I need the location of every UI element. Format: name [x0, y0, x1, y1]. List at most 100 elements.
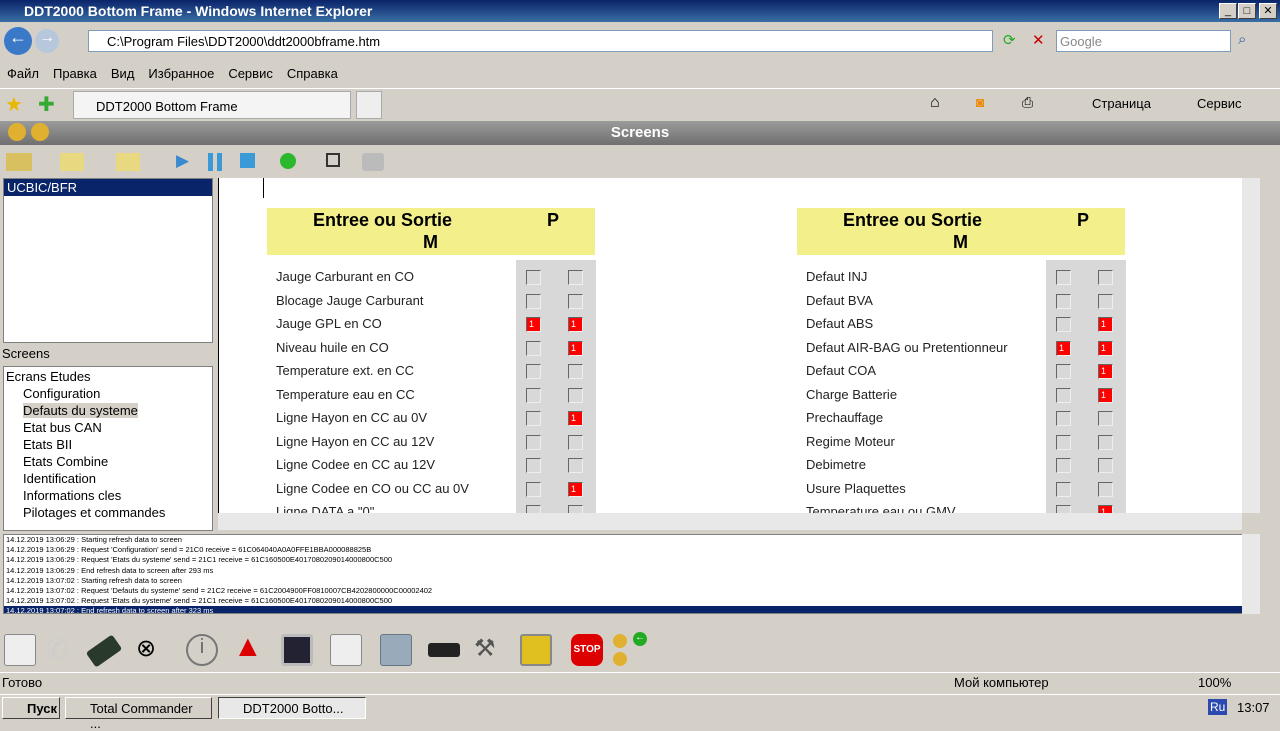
settings-icon[interactable]: [520, 634, 552, 666]
task-ddt2000[interactable]: DDT2000 Botto...: [218, 697, 366, 719]
tools-small-icon[interactable]: [613, 652, 627, 666]
stop-icon[interactable]: ✕: [1032, 31, 1045, 49]
window-title: DDT2000 Bottom Frame - Windows Internet …: [0, 0, 1280, 22]
tree-item[interactable]: Etat bus CAN: [23, 420, 102, 435]
log-line: 14.12.2019 13:07:02 : Starting refresh d…: [6, 575, 182, 585]
menu-edit[interactable]: Правка: [53, 66, 97, 81]
tree-item[interactable]: Etats Combine: [23, 454, 108, 469]
back-green-icon[interactable]: ←: [633, 632, 647, 646]
tree-item[interactable]: Configuration: [23, 386, 100, 401]
indicator-m: [568, 293, 583, 309]
search-input[interactable]: Google: [1056, 30, 1231, 52]
signal-label: Defaut BVA: [806, 292, 873, 308]
indicator-m: [568, 270, 583, 285]
parameters-icon[interactable]: [380, 634, 412, 666]
home-icon[interactable]: ⌂: [930, 94, 940, 112]
signal-label: Prechauffage: [806, 410, 884, 425]
binoculars-icon[interactable]: ⊗: [136, 634, 168, 666]
bottom-toolbar: ✆ ⊗ i ▲ ⚒ STOP ←: [0, 628, 660, 672]
add-favorite-icon[interactable]: ✚: [38, 92, 55, 117]
user-folder-icon[interactable]: [60, 153, 84, 171]
indicator-p: [526, 434, 541, 450]
indicator-p: [1056, 387, 1071, 403]
back-icon[interactable]: ←: [4, 27, 32, 55]
zoom-level[interactable]: 100%: [1198, 675, 1231, 690]
log-line: 14.12.2019 13:06:29 : Request 'Configura…: [6, 545, 372, 555]
content-vertical-scrollbar[interactable]: [1242, 178, 1260, 513]
tools-icon[interactable]: ⚒: [474, 634, 506, 666]
indicator-m: 1: [568, 340, 583, 356]
content-horizontal-scrollbar[interactable]: [218, 513, 1242, 530]
window-folder-icon[interactable]: [116, 153, 140, 171]
log-scrollbar[interactable]: [1242, 534, 1260, 614]
search-icon[interactable]: ⌕: [1238, 31, 1246, 48]
print-icon[interactable]: ⎙: [1022, 94, 1033, 111]
graph-icon[interactable]: [330, 634, 362, 666]
tree-item[interactable]: Informations cles: [23, 488, 121, 503]
upload-round-icon[interactable]: [31, 123, 49, 141]
log-line: 14.12.2019 13:06:29 : Request 'Etats du …: [6, 555, 393, 565]
window-icon[interactable]: [326, 153, 340, 167]
tree-root[interactable]: Ecrans Etudes: [6, 369, 91, 384]
signal-label: Charge Batterie: [806, 386, 898, 402]
screen-content: Entree ou Sortie P M Entree ou Sortie P M Ja…: [218, 178, 1242, 513]
header-p: P: [547, 210, 560, 230]
indicator-m: 1: [1098, 317, 1113, 332]
screen-icon[interactable]: [281, 634, 313, 666]
signal-label: Jauge GPL en CO: [276, 316, 382, 331]
warning-icon[interactable]: ▲: [233, 630, 265, 663]
ecu-item[interactable]: UCBIC/BFR: [4, 179, 212, 196]
menu-file[interactable]: Файл: [7, 66, 39, 81]
signal-label: Defaut COA: [806, 363, 877, 378]
info-icon[interactable]: i: [186, 634, 218, 666]
phone-icon[interactable]: ✆: [46, 634, 78, 666]
tools-menu[interactable]: Сервис: [1197, 96, 1242, 111]
start-button[interactable]: Пуск: [2, 697, 60, 719]
menu-view[interactable]: Вид: [111, 66, 135, 81]
indicator-m: [1098, 293, 1113, 309]
tree-item[interactable]: Identification: [23, 471, 96, 486]
close-button[interactable]: ✕: [1259, 3, 1277, 19]
indicator-p: [1056, 434, 1071, 450]
stop-button[interactable]: STOP: [571, 634, 603, 666]
vehicle-folder-icon[interactable]: [6, 153, 32, 171]
refresh-icon[interactable]: ⟳: [1003, 31, 1016, 49]
forward-icon[interactable]: →: [35, 29, 59, 53]
indicator-p: [526, 340, 541, 356]
tree-item[interactable]: Etats BII: [23, 437, 72, 452]
pause-icon[interactable]: [208, 153, 222, 171]
browser-tab[interactable]: DDT2000 Bottom Frame: [73, 91, 351, 119]
camera-icon[interactable]: [362, 153, 384, 171]
menu-tools[interactable]: Сервис: [228, 66, 273, 81]
indicator-m: [1098, 270, 1113, 285]
rss-icon[interactable]: ◙: [976, 94, 984, 110]
ecu-list[interactable]: UCBIC/BFR: [3, 178, 213, 343]
favorites-star-icon[interactable]: ★: [5, 92, 23, 117]
new-tab-button[interactable]: [356, 91, 382, 119]
maximize-button[interactable]: □: [1238, 3, 1256, 19]
indicator-p: [1056, 293, 1071, 309]
chip-icon[interactable]: [428, 643, 460, 657]
tools-round-icon[interactable]: [8, 123, 26, 141]
menu-help[interactable]: Справка: [287, 66, 338, 81]
stop-square-icon[interactable]: [240, 153, 255, 168]
app-toolbar: ▶: [0, 147, 1260, 177]
interface-icon[interactable]: [85, 634, 123, 668]
address-bar[interactable]: C:\Program Files\DDT2000\ddt2000bframe.h…: [88, 30, 993, 52]
language-indicator[interactable]: Ru: [1208, 699, 1228, 715]
tree-item[interactable]: Defauts du systeme: [23, 403, 138, 418]
page-menu[interactable]: Страница: [1092, 96, 1151, 111]
indicator-p: [1056, 317, 1071, 332]
tree-item[interactable]: Pilotages et commandes: [23, 505, 165, 520]
zone-label: Мой компьютер: [954, 675, 1049, 690]
play-icon[interactable]: ▶: [176, 151, 194, 170]
task-total-commander[interactable]: Total Commander ...: [65, 697, 212, 731]
upload-small-icon[interactable]: [613, 634, 627, 648]
indicator-m: 1: [568, 317, 583, 332]
menu-favorites[interactable]: Избранное: [148, 66, 214, 81]
record-icon[interactable]: [280, 153, 296, 169]
ecu-select-icon[interactable]: [4, 634, 36, 666]
minimize-button[interactable]: _: [1219, 3, 1237, 19]
left-table-header: Entree ou Sortie P M: [267, 208, 595, 255]
indicator-p: 1: [526, 317, 541, 332]
